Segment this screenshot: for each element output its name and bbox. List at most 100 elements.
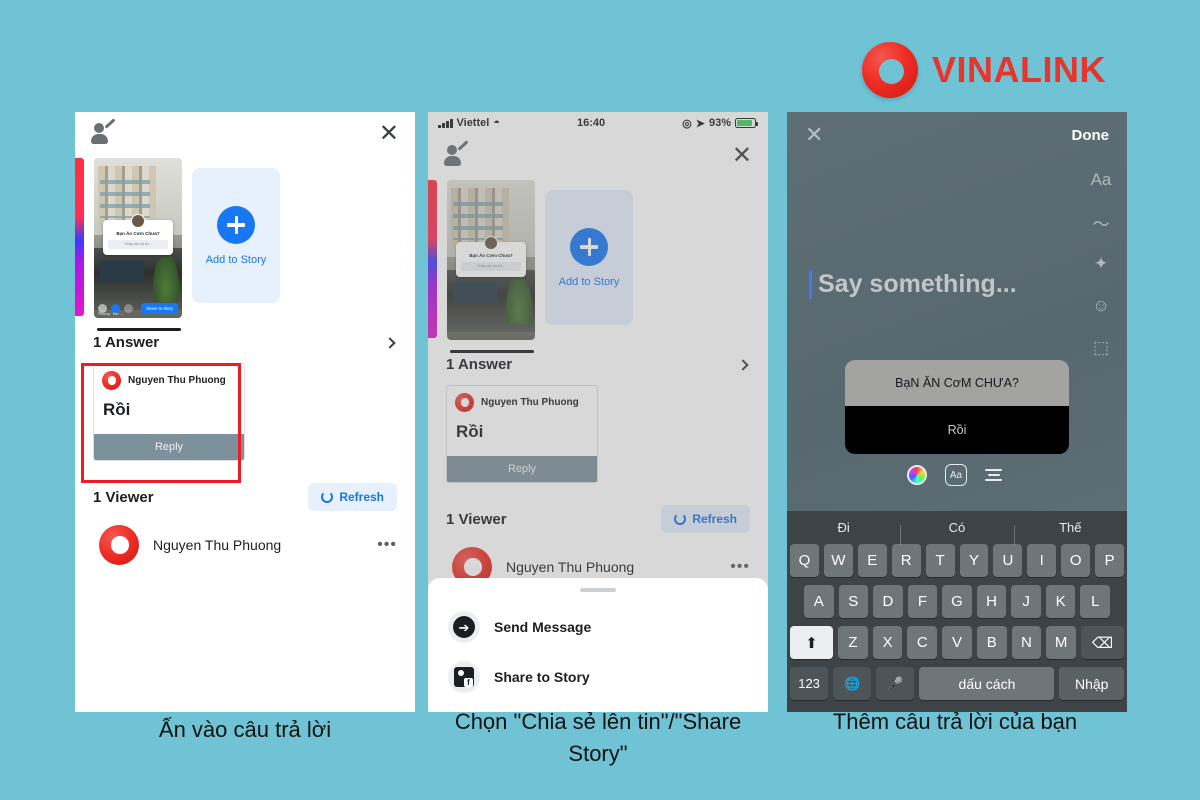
key-k[interactable]: K (1045, 585, 1076, 618)
key-z[interactable]: Z (838, 626, 868, 659)
avatar (102, 371, 121, 390)
refresh-icon (321, 491, 334, 503)
draw-tool-icon[interactable]: 〜 (1089, 210, 1113, 234)
key-b[interactable]: B (976, 626, 1007, 659)
answers-title: 1 Answer (446, 356, 513, 373)
key-m[interactable]: M (1046, 626, 1076, 659)
chevron-right-icon[interactable] (737, 358, 749, 371)
sheet-grab-handle[interactable] (580, 588, 616, 592)
text-align-icon[interactable] (985, 469, 1002, 481)
person-edit-icon[interactable] (91, 118, 117, 145)
answer-card[interactable]: Nguyen Thu Phuong Rồi Reply (446, 385, 598, 483)
panel2-top-bar: ✕ (428, 134, 768, 178)
story-card-question: Bạn Ăn Cơm Chưa? (469, 253, 513, 258)
done-button[interactable]: Done (1072, 127, 1110, 144)
key-r[interactable]: R (891, 544, 921, 577)
sticker-frame-icon[interactable]: ⬚ (1089, 336, 1113, 360)
key-y[interactable]: Y (959, 544, 989, 577)
suggestion-2[interactable]: Có (900, 520, 1013, 545)
refresh-button[interactable]: Refresh (661, 505, 750, 533)
shared-answer-card[interactable]: BạN ĂN CơM CHƯA? Rồi (845, 360, 1069, 454)
story-share-button[interactable]: Share to Story (141, 302, 178, 314)
key-h[interactable]: H (976, 585, 1007, 618)
key-p[interactable]: P (1095, 544, 1125, 577)
story-composer: ✕ Done Aa 〜 ✦ ☺ ⬚ Say something... BạN Ă… (787, 112, 1127, 712)
key-u[interactable]: U (993, 544, 1023, 577)
story-peek-gradient[interactable] (428, 180, 437, 338)
answer-card-header: Nguyen Thu Phuong (94, 364, 244, 394)
more-options-icon[interactable]: ••• (730, 558, 750, 576)
answer-text: Rồi (103, 400, 131, 419)
effects-wand-icon[interactable]: ✦ (1089, 252, 1113, 276)
composer-top-bar: ✕ Done (787, 112, 1127, 158)
add-to-story-button[interactable]: Add to Story (545, 190, 633, 325)
close-icon[interactable]: ✕ (379, 122, 399, 146)
panel2-answers-header[interactable]: 1 Answer (428, 356, 768, 373)
keyboard-suggestions: Đi Có Thế (787, 511, 1127, 545)
key-e[interactable]: E (857, 544, 887, 577)
suggestion-3[interactable]: Thế (1013, 520, 1127, 545)
story-thumbnail[interactable]: Bạn Ăn Cơm Chưa? Nhập câu trả lời... (447, 180, 535, 340)
answer-card[interactable]: Nguyen Thu Phuong Rồi Reply (93, 363, 245, 461)
key-a[interactable]: A (803, 585, 834, 618)
numbers-key[interactable]: 123 (790, 667, 829, 700)
globe-icon[interactable]: 🌐 (833, 667, 872, 700)
caption-step-2: Chọn "Chia sẻ lên tin"/"Share Story" (454, 709, 742, 766)
avatar (99, 525, 139, 565)
close-icon[interactable]: ✕ (732, 144, 752, 168)
story-send-icon[interactable] (124, 303, 133, 313)
enter-key[interactable]: Nhập (1059, 667, 1125, 700)
suggestion-1[interactable]: Đi (787, 520, 900, 535)
shift-key[interactable]: ⬆ (789, 626, 834, 659)
color-wheel-icon[interactable] (907, 465, 927, 485)
key-n[interactable]: N (1011, 626, 1042, 659)
close-icon[interactable]: ✕ (805, 122, 823, 148)
space-key[interactable]: dấu cách (919, 667, 1055, 700)
key-t[interactable]: T (925, 544, 955, 577)
wifi-icon: ◓ (493, 117, 500, 129)
on-screen-keyboard: Đi Có Thế Q W E R T Y U I O P A S D F G … (787, 511, 1127, 712)
backspace-key[interactable]: ⌫ (1080, 626, 1125, 659)
more-options-icon[interactable]: ••• (377, 536, 397, 554)
tag-person-icon[interactable]: ☺ (1089, 294, 1113, 318)
font-aa-icon[interactable]: Aa (945, 464, 967, 486)
vinalink-ring-icon (862, 42, 918, 98)
key-s[interactable]: S (838, 585, 869, 618)
vinalink-logo: VINALINK (862, 42, 1106, 98)
story-peek-gradient[interactable] (75, 158, 84, 316)
refresh-button[interactable]: Refresh (308, 483, 397, 511)
person-edit-icon[interactable] (444, 140, 470, 167)
sheet-item-share-to-story[interactable]: Share to Story (428, 652, 768, 702)
chevron-right-icon[interactable] (384, 336, 396, 349)
key-j[interactable]: J (1011, 585, 1041, 618)
viewer-name: Nguyen Thu Phuong (153, 537, 282, 553)
keyboard-row-2: A S D F G H J K L (787, 585, 1127, 618)
phone-panel-step3: ✕ Done Aa 〜 ✦ ☺ ⬚ Say something... BạN Ă… (787, 112, 1127, 712)
share-action-sheet: ➔ Send Message Share to Story (428, 578, 768, 712)
key-d[interactable]: D (873, 585, 903, 618)
key-f[interactable]: F (907, 585, 938, 618)
viewer-list-item[interactable]: Nguyen Thu Phuong ••• (75, 511, 415, 565)
story-thumbnail[interactable]: Bạn Ăn Cơm Chưa? Nhập câu trả lời... Sha… (94, 158, 182, 318)
key-x[interactable]: X (872, 626, 903, 659)
key-w[interactable]: W (823, 544, 853, 577)
sheet-item-send-message[interactable]: ➔ Send Message (428, 602, 768, 652)
key-g[interactable]: G (942, 585, 972, 618)
key-l[interactable]: L (1080, 585, 1111, 618)
reply-button[interactable]: Reply (447, 456, 597, 482)
add-to-story-button[interactable]: Add to Story (192, 168, 280, 303)
key-q[interactable]: Q (789, 544, 819, 577)
mic-icon[interactable]: 🎤 (876, 667, 915, 700)
panel1-answers-header[interactable]: 1 Answer (75, 334, 415, 351)
text-tool-icon[interactable]: Aa (1089, 168, 1113, 192)
story-card-input[interactable]: Nhập câu trả lời... (108, 240, 168, 250)
key-c[interactable]: C (907, 626, 938, 659)
keyboard-row-4: 123 🌐 🎤 dấu cách Nhập (787, 667, 1127, 700)
story-card-input[interactable]: Nhập câu trả lời... (461, 262, 521, 272)
say-something-input[interactable]: Say something... (809, 270, 1017, 299)
story-card-question: Bạn Ăn Cơm Chưa? (116, 231, 160, 236)
key-i[interactable]: I (1027, 544, 1057, 577)
reply-button[interactable]: Reply (94, 434, 244, 460)
key-o[interactable]: O (1061, 544, 1091, 577)
key-v[interactable]: V (942, 626, 972, 659)
